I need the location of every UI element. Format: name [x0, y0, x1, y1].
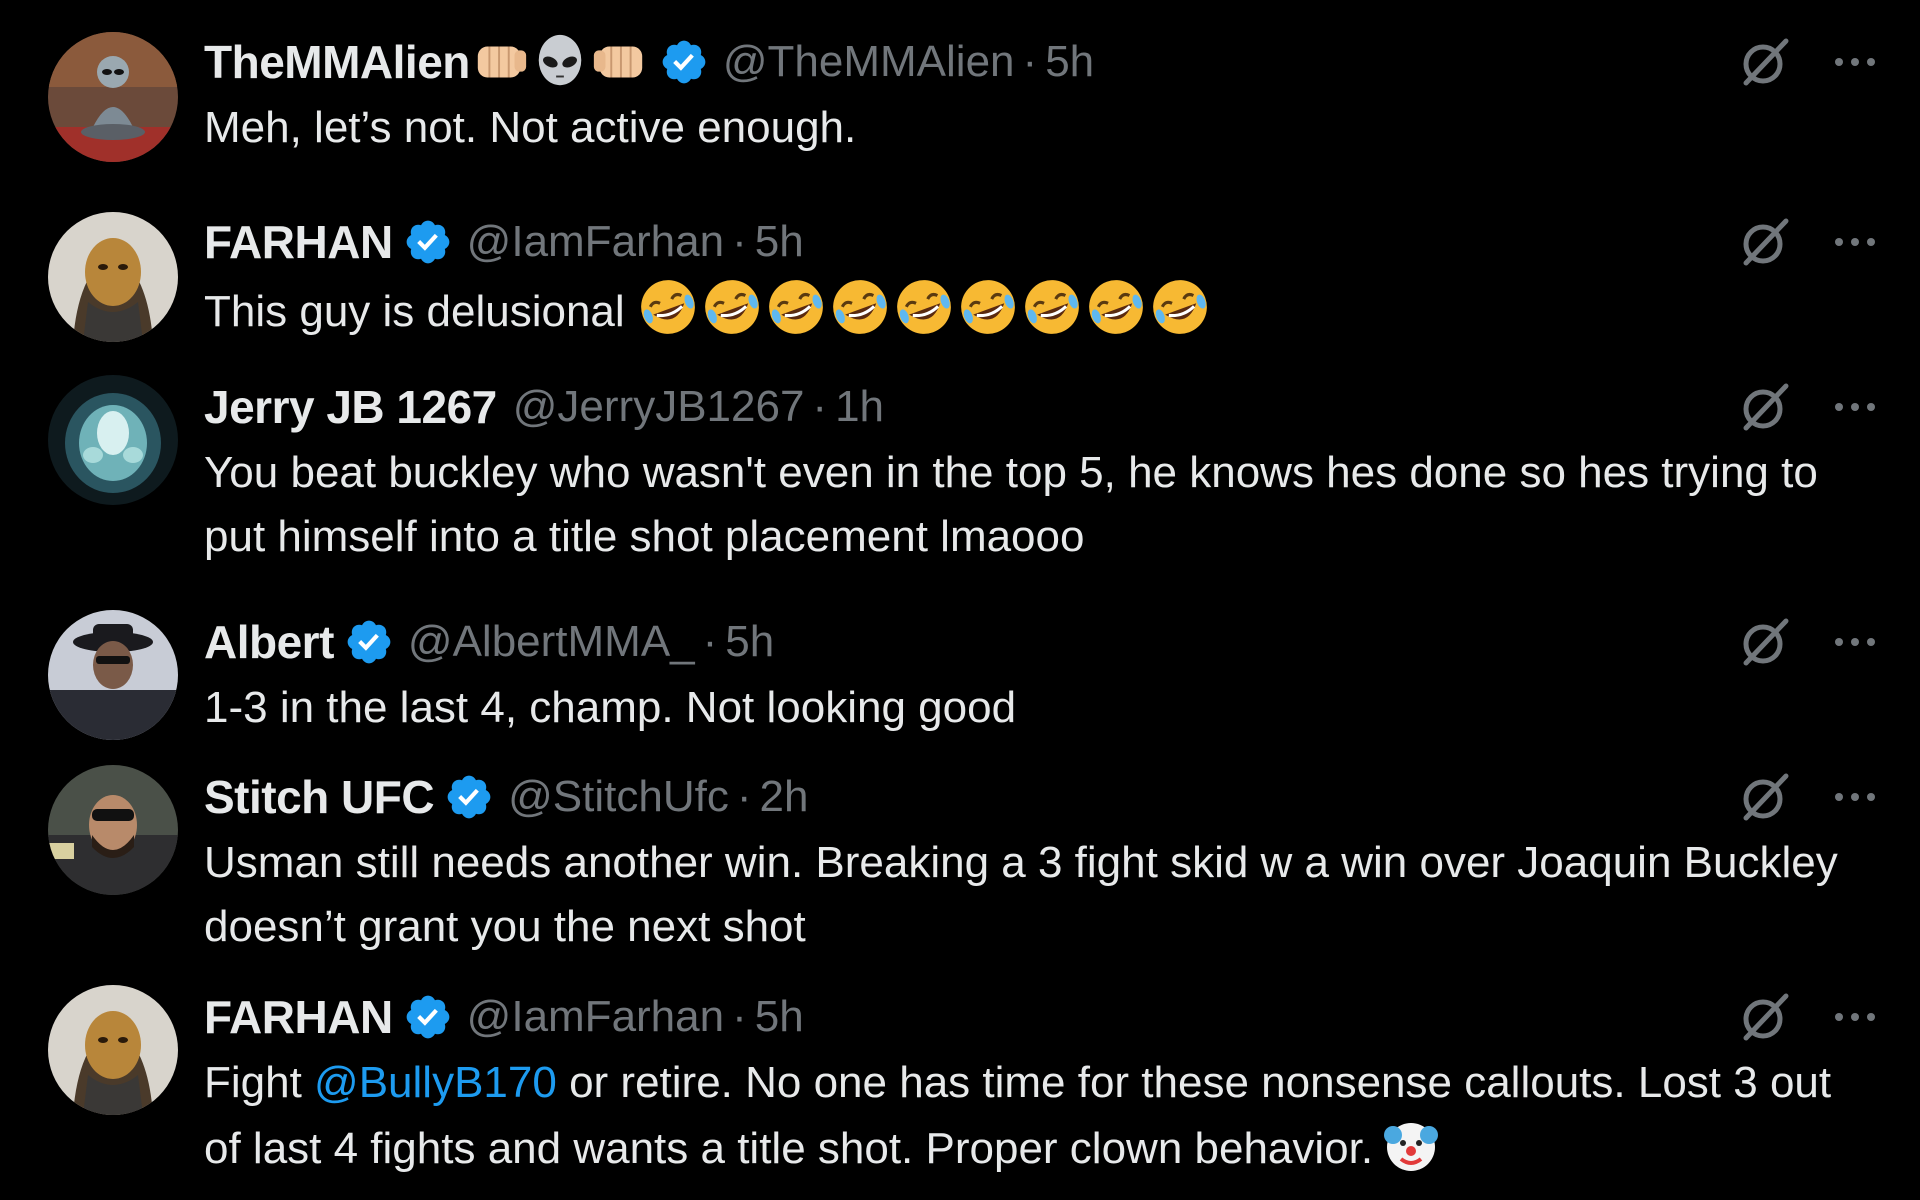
reply-text: You beat buckley who wasn't even in the … [204, 448, 1831, 561]
verified-badge-icon[interactable] [444, 772, 494, 822]
reply-header: FARHAN @IamFarhan · 5h [204, 210, 1880, 274]
reply-header: FARHAN @IamFarhan · 5h [204, 985, 1880, 1049]
mention-link[interactable]: @BullyB170 [314, 1058, 557, 1107]
reply-text: This guy is delusional [204, 287, 637, 336]
reply-item[interactable]: Stitch UFC @StitchUfc · 2h Usman still n… [0, 765, 1920, 965]
handle[interactable]: @TheMMAlien [723, 37, 1015, 87]
timestamp[interactable]: 2h [759, 772, 808, 822]
avatar[interactable] [48, 985, 178, 1115]
display-name[interactable]: FARHAN [204, 990, 393, 1044]
grok-icon[interactable] [1738, 215, 1792, 269]
clown-emoji [1384, 1123, 1439, 1171]
rolling-on-floor-laughing-emoji [769, 280, 823, 334]
laugh-emoji-group [637, 276, 1213, 338]
verified-badge-icon[interactable] [403, 992, 453, 1042]
display-name[interactable]: TheMMAlien [204, 35, 470, 89]
reply-text-before: Fight [204, 1058, 315, 1107]
handle[interactable]: @StitchUfc [508, 772, 729, 822]
more-options-icon[interactable] [1830, 1007, 1880, 1027]
reply-item[interactable]: TheMMAlien @TheMMAlien · 5h Meh, let’s n… [0, 30, 1920, 180]
fist-left-emoji [477, 46, 527, 78]
grok-icon[interactable] [1738, 770, 1792, 824]
separator-dot: · [812, 382, 828, 431]
reply-item[interactable]: FARHAN @IamFarhan · 5h This guy is delus… [0, 210, 1920, 350]
reply-actions [1738, 375, 1880, 439]
separator-dot: · [732, 217, 747, 266]
separator-dot: · [732, 992, 747, 1041]
more-options-icon[interactable] [1830, 787, 1880, 807]
handle[interactable]: @IamFarhan [467, 992, 724, 1042]
separator-dot: · [702, 617, 718, 666]
rolling-on-floor-laughing-emoji [1153, 280, 1207, 334]
avatar[interactable] [48, 32, 178, 162]
separator-dot: · [736, 772, 752, 821]
reply-actions [1738, 610, 1880, 674]
reply-header: Albert @AlbertMMA_ · 5h [204, 610, 1880, 674]
more-options-icon[interactable] [1830, 232, 1880, 252]
rolling-on-floor-laughing-emoji [897, 280, 951, 334]
timestamp[interactable]: 5h [755, 992, 804, 1042]
rolling-on-floor-laughing-emoji [1089, 280, 1143, 334]
separator-dot: · [1022, 37, 1038, 86]
reply-text: Meh, let’s not. Not active enough. [204, 103, 857, 152]
timestamp[interactable]: 5h [1045, 37, 1094, 87]
avatar[interactable] [48, 765, 178, 895]
rolling-on-floor-laughing-emoji [833, 280, 887, 334]
reply-item[interactable]: Albert @AlbertMMA_ · 5h 1-3 in the last … [0, 610, 1920, 750]
reply-header: Jerry JB 1267 @JerryJB1267 · 1h [204, 375, 1880, 439]
grok-icon[interactable] [1738, 615, 1792, 669]
grok-icon[interactable] [1738, 35, 1792, 89]
verified-badge-icon[interactable] [659, 37, 709, 87]
handle[interactable]: @AlbertMMA_ [408, 617, 695, 667]
reply-actions [1738, 985, 1880, 1049]
alien-emoji [538, 34, 582, 86]
rolling-on-floor-laughing-emoji [1025, 280, 1079, 334]
avatar[interactable] [48, 610, 178, 740]
verified-badge-icon[interactable] [403, 217, 453, 267]
avatar[interactable] [48, 212, 178, 342]
display-name[interactable]: Jerry JB 1267 [204, 380, 497, 434]
more-options-icon[interactable] [1830, 632, 1880, 652]
reply-item[interactable]: Jerry JB 1267 @JerryJB1267 · 1h You beat… [0, 375, 1920, 585]
rolling-on-floor-laughing-emoji [641, 280, 695, 334]
more-options-icon[interactable] [1830, 397, 1880, 417]
reply-feed: TheMMAlien @TheMMAlien · 5h Meh, let’s n… [0, 0, 1920, 1200]
reply-text: 1-3 in the last 4, champ. Not looking go… [204, 683, 1017, 732]
timestamp[interactable]: 5h [725, 617, 774, 667]
display-name[interactable]: Stitch UFC [204, 770, 435, 824]
rolling-on-floor-laughing-emoji [705, 280, 759, 334]
reply-actions [1738, 765, 1880, 829]
timestamp[interactable]: 1h [835, 382, 884, 432]
fist-right-emoji [593, 46, 643, 78]
reply-text-row: Fight @BullyB170 or retire. No one has t… [204, 1051, 1864, 1181]
reply-header: Stitch UFC @StitchUfc · 2h [204, 765, 1880, 829]
name-emoji-group [472, 33, 649, 91]
reply-actions [1738, 30, 1880, 94]
timestamp[interactable]: 5h [755, 217, 804, 267]
reply-text-row: This guy is delusional [204, 276, 1880, 344]
more-options-icon[interactable] [1830, 52, 1880, 72]
verified-badge-icon[interactable] [344, 617, 394, 667]
reply-header: TheMMAlien @TheMMAlien · 5h [204, 30, 1880, 94]
handle[interactable]: @IamFarhan [467, 217, 724, 267]
display-name[interactable]: Albert [204, 615, 334, 669]
reply-actions [1738, 210, 1880, 274]
grok-icon[interactable] [1738, 990, 1792, 1044]
avatar[interactable] [48, 375, 178, 505]
rolling-on-floor-laughing-emoji [961, 280, 1015, 334]
handle[interactable]: @JerryJB1267 [513, 382, 805, 432]
display-name[interactable]: FARHAN [204, 215, 393, 269]
reply-item[interactable]: FARHAN @IamFarhan · 5h Fight @BullyB170 … [0, 985, 1920, 1195]
grok-icon[interactable] [1738, 380, 1792, 434]
reply-text: Usman still needs another win. Breaking … [204, 838, 1850, 951]
